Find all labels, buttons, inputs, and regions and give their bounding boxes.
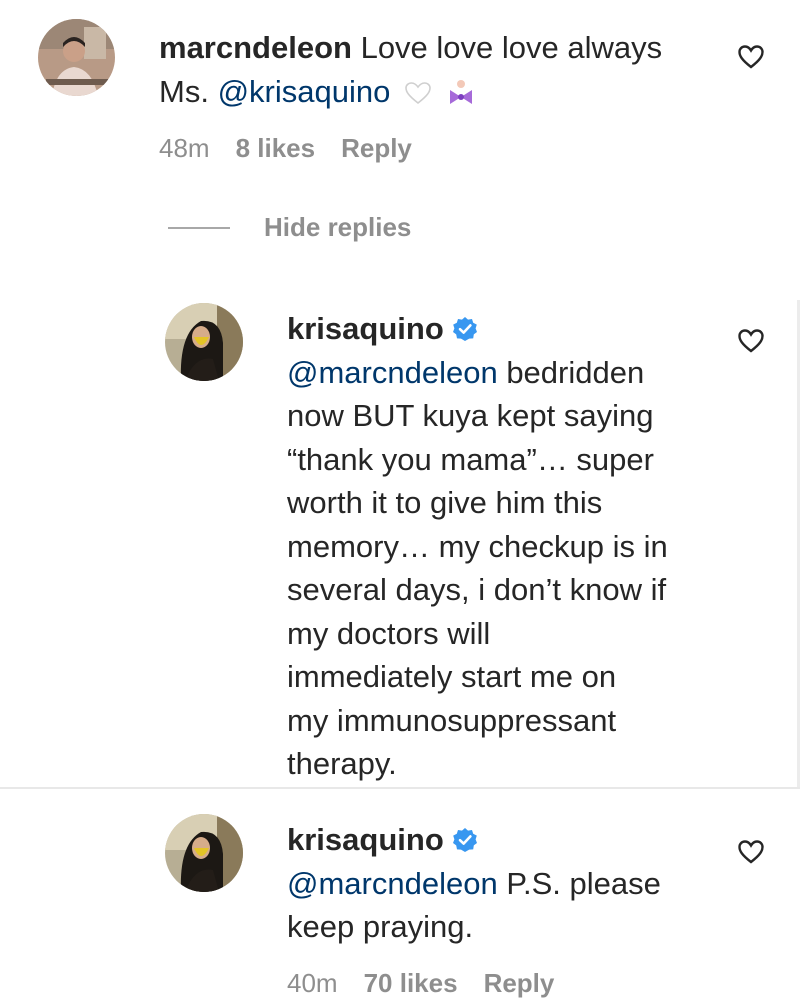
ribbon-emoji-icon <box>448 78 474 106</box>
reply-text-line: my immunosuppressant <box>287 702 617 738</box>
reply-text-line: now BUT kuya kept saying <box>287 398 654 433</box>
comment-username[interactable]: marcndeleon <box>159 30 352 65</box>
verified-badge-icon <box>452 827 478 853</box>
section-divider <box>0 787 800 789</box>
avatar[interactable] <box>165 303 243 381</box>
reply-meta: 40m 70 likes Reply <box>287 968 554 999</box>
reply-mention[interactable]: @marcndeleon <box>287 355 498 390</box>
reply-text-line: worth it to give him this <box>287 485 603 520</box>
reply-body: krisaquino @marcndeleon bedridden now BU… <box>287 307 717 786</box>
avatar[interactable] <box>165 814 243 892</box>
timestamp: 40m <box>287 968 338 998</box>
verified-badge-icon <box>452 316 478 342</box>
reply-text-line: keep praying. <box>287 909 474 944</box>
like-heart-icon[interactable] <box>737 839 765 865</box>
comment-prefix: Ms. <box>159 73 209 109</box>
reply-text-line: therapy. <box>287 746 397 781</box>
timestamp: 48m <box>159 133 210 163</box>
reply-text-line: my doctors will <box>287 615 491 651</box>
reply-button[interactable]: Reply <box>341 133 412 164</box>
hide-replies-toggle[interactable]: Hide replies <box>168 212 411 243</box>
reply-username[interactable]: krisaquino <box>287 311 444 346</box>
likes-count[interactable]: 8 likes <box>236 133 316 164</box>
comment-text: Love love love always <box>360 30 663 65</box>
reply-text-line: several days, i don’t know if <box>287 572 667 607</box>
avatar[interactable] <box>38 19 115 96</box>
reply-mention[interactable]: @marcndeleon <box>287 866 498 901</box>
reply-text-line: “thank you mama”… super <box>287 441 654 477</box>
reply-button[interactable]: Reply <box>484 968 555 999</box>
reply-body: krisaquino @marcndeleon P.S. please keep… <box>287 818 717 949</box>
comment-mention[interactable]: @krisaquino <box>218 74 391 109</box>
comment-body: marcndeleon Love love love always Ms. @k… <box>159 26 699 113</box>
comment-meta: 48m 8 likes Reply <box>159 133 412 164</box>
divider-line <box>168 226 230 229</box>
reply-username[interactable]: krisaquino <box>287 822 444 857</box>
reply-text-line: memory… my checkup is in <box>287 528 668 564</box>
reply-text-line: bedridden <box>497 354 645 390</box>
hide-replies-label[interactable]: Hide replies <box>264 212 411 243</box>
likes-count[interactable]: 70 likes <box>364 968 458 999</box>
reply-text-line: P.S. please <box>497 865 661 901</box>
comment-thread: marcndeleon Love love love always Ms. @k… <box>0 0 800 1003</box>
like-heart-icon[interactable] <box>737 328 765 354</box>
white-heart-emoji-icon <box>404 81 432 105</box>
like-heart-icon[interactable] <box>737 44 765 70</box>
reply-text-line: immediately start me on <box>287 659 617 694</box>
